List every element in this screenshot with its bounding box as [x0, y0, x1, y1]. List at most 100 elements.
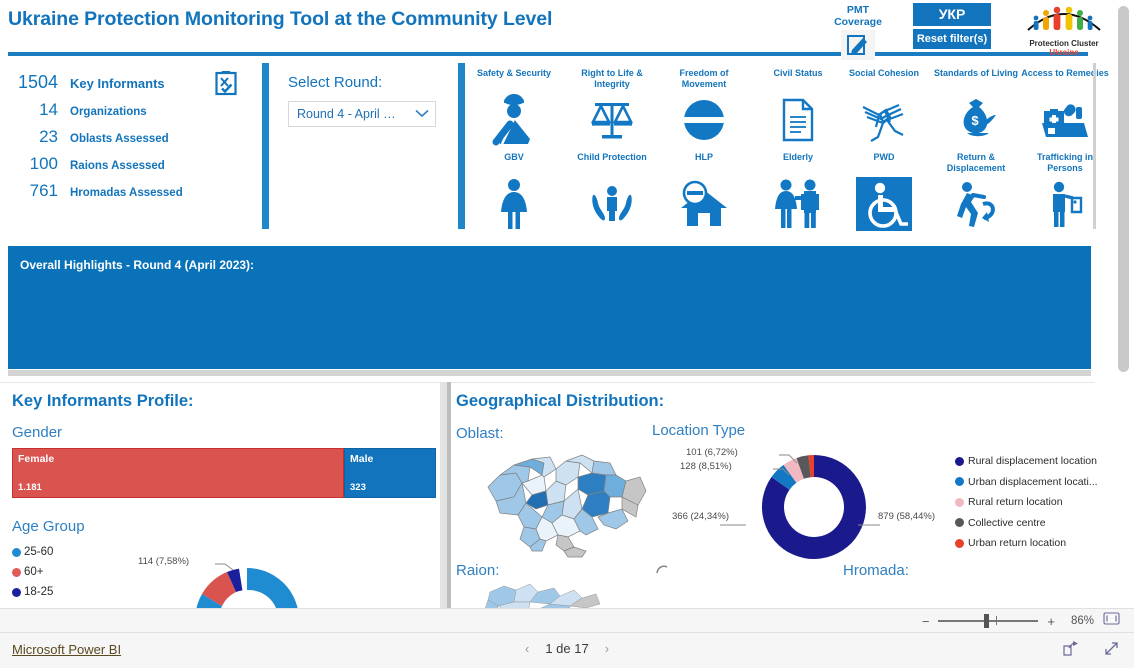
wheelchair-icon[interactable] [838, 175, 930, 233]
theme-civil-status[interactable]: Civil Status [752, 68, 844, 149]
no-entry-circle-icon[interactable] [658, 91, 750, 149]
oblast-choropleth-map[interactable] [470, 447, 650, 558]
highlights-shadow [8, 370, 1091, 376]
report-footer: Microsoft Power BI ‹ 1 de 17 › [0, 632, 1134, 668]
pencil-edit-icon[interactable] [841, 30, 875, 60]
theme-social-cohesion[interactable]: Social Cohesion [838, 68, 930, 149]
theme-freedom-of-movement[interactable]: Freedom of Movement [658, 68, 750, 149]
aid-box-icon[interactable] [1019, 91, 1111, 149]
gender-bar-label: Female [18, 453, 55, 465]
legend-item[interactable]: Rural return location [955, 496, 1098, 508]
theme-label: GBV [504, 152, 524, 162]
document-icon[interactable] [752, 91, 844, 149]
gender-bar-chart[interactable]: Female 1.181 Male 323 [12, 448, 436, 498]
zoom-out-button[interactable]: − [922, 614, 930, 629]
legend-color-swatch [12, 587, 21, 597]
kpi-row: 100 Raions Assessed [10, 154, 250, 174]
elderly-couple-icon[interactable] [752, 175, 844, 233]
legend-color-swatch [955, 456, 964, 466]
location-type-label: Location Type [652, 422, 746, 439]
fit-to-page-icon[interactable] [1103, 612, 1120, 630]
chevron-left-icon[interactable]: ‹ [525, 641, 529, 656]
legend-item[interactable]: Collective centre [955, 517, 1098, 529]
theme-trafficking-in-persons[interactable]: Trafficking in Persons [1019, 152, 1111, 233]
scales-of-justice-icon[interactable] [566, 91, 658, 149]
theme-label: Social Cohesion [848, 68, 919, 78]
theme-child-protection[interactable]: Child Protection [566, 152, 658, 233]
legend-item[interactable]: Rural displacement location [955, 455, 1098, 467]
theme-label: Trafficking in Persons [1036, 152, 1093, 173]
theme-return-displacement[interactable]: Return & Displacement [930, 152, 1022, 233]
legend-item[interactable]: Urban displacement locati... [955, 476, 1098, 488]
report-vertical-scrollbar[interactable] [1118, 4, 1129, 608]
profile-section-title: Key Informants Profile: [12, 392, 194, 410]
kpi-label: Oblasts Assessed [70, 133, 169, 145]
legend-item[interactable]: 25-60 [12, 546, 53, 558]
theme-label: Access to Remedies [1021, 68, 1109, 78]
theme-hlp[interactable]: HLP [658, 152, 750, 233]
kpi-label: Organizations [70, 106, 147, 118]
fullscreen-icon[interactable] [1103, 640, 1120, 662]
language-toggle-button[interactable]: УКР [913, 3, 991, 26]
theme-gbv[interactable]: GBV [468, 152, 560, 233]
location-type-legend: Rural displacement location Urban displa… [955, 455, 1098, 558]
theme-safety-security[interactable]: Safety & Security [468, 68, 560, 149]
protection-cluster-logo: Protection Cluster Ukraine [1020, 2, 1108, 57]
share-icon[interactable] [1062, 640, 1079, 662]
legend-item[interactable]: Urban return location [955, 537, 1098, 549]
person-with-tag-icon[interactable] [1019, 175, 1111, 233]
gender-chart-title: Gender [12, 424, 63, 441]
page-indicator: 1 de 17 [545, 641, 589, 656]
zoom-slider-tick [996, 616, 998, 625]
donut-data-label-collective-centre: 101 (6,72%) [686, 447, 738, 458]
key-figures-panel: 1504 Key Informants 14 Organizations 23 … [10, 70, 250, 208]
chevron-down-icon[interactable] [415, 107, 429, 121]
zoom-slider-thumb[interactable] [984, 614, 990, 628]
footer-actions [1062, 640, 1120, 662]
theme-access-to-remedies[interactable]: Access to Remedies [1019, 68, 1111, 149]
kpi-value: 761 [29, 181, 58, 200]
clipboard-check-icon [214, 70, 238, 96]
chevron-right-icon[interactable]: › [605, 641, 609, 656]
kpi-label: Raions Assessed [70, 160, 165, 172]
round-selected-value: Round 4 - April … [297, 107, 396, 121]
legend-color-swatch [955, 538, 964, 548]
theme-label: HLP [695, 152, 713, 162]
gender-bar-male[interactable]: Male 323 [344, 448, 436, 498]
gender-bar-female[interactable]: Female 1.181 [12, 448, 344, 498]
zoom-toolbar: − + 86% [0, 608, 1134, 633]
page-navigation: ‹ 1 de 17 › [0, 641, 1134, 656]
kpi-row: 761 Hromadas Assessed [10, 181, 250, 201]
top-filter-strip: 1504 Key Informants 14 Organizations 23 … [0, 60, 1110, 234]
legend-item[interactable]: 60+ [12, 566, 53, 578]
legend-item[interactable]: 18-25 [12, 586, 53, 598]
panel-divider [458, 63, 465, 229]
location-type-donut-chart[interactable] [755, 448, 873, 566]
woman-icon[interactable] [468, 175, 560, 233]
select-round-label: Select Round: [288, 74, 383, 91]
kpi-value: 23 [39, 127, 58, 146]
theme-label: Right to Life & Integrity [581, 68, 643, 89]
child-in-hands-icon[interactable] [566, 175, 658, 233]
money-bag-icon[interactable]: $ [930, 91, 1022, 149]
svg-text:$: $ [971, 113, 979, 128]
legend-label: 18-25 [24, 586, 54, 598]
reset-filters-button[interactable]: Reset filter(s) [913, 29, 991, 49]
zoom-in-button[interactable]: + [1047, 614, 1055, 629]
theme-label: Elderly [782, 152, 813, 162]
house-no-entry-icon[interactable] [658, 175, 750, 233]
scrollbar-thumb[interactable] [1118, 6, 1129, 372]
round-select-dropdown[interactable]: Round 4 - April … [288, 101, 436, 127]
theme-right-to-life[interactable]: Right to Life & Integrity [566, 68, 658, 149]
police-officer-icon[interactable] [468, 91, 560, 149]
clasped-hands-icon[interactable] [838, 91, 930, 149]
pmt-coverage-link[interactable]: PMT Coverage [822, 4, 894, 60]
map-zoom-handle[interactable] [655, 562, 669, 580]
theme-pwd[interactable]: PWD [838, 152, 930, 233]
geo-section-title: Geographical Distribution: [456, 392, 665, 410]
theme-elderly[interactable]: Elderly [752, 152, 844, 233]
zoom-slider[interactable] [938, 614, 1039, 628]
person-return-arrow-icon[interactable] [930, 175, 1022, 233]
theme-standards-of-living[interactable]: Standards of Living $ [930, 68, 1022, 149]
oblast-label: Oblast: [456, 425, 504, 442]
